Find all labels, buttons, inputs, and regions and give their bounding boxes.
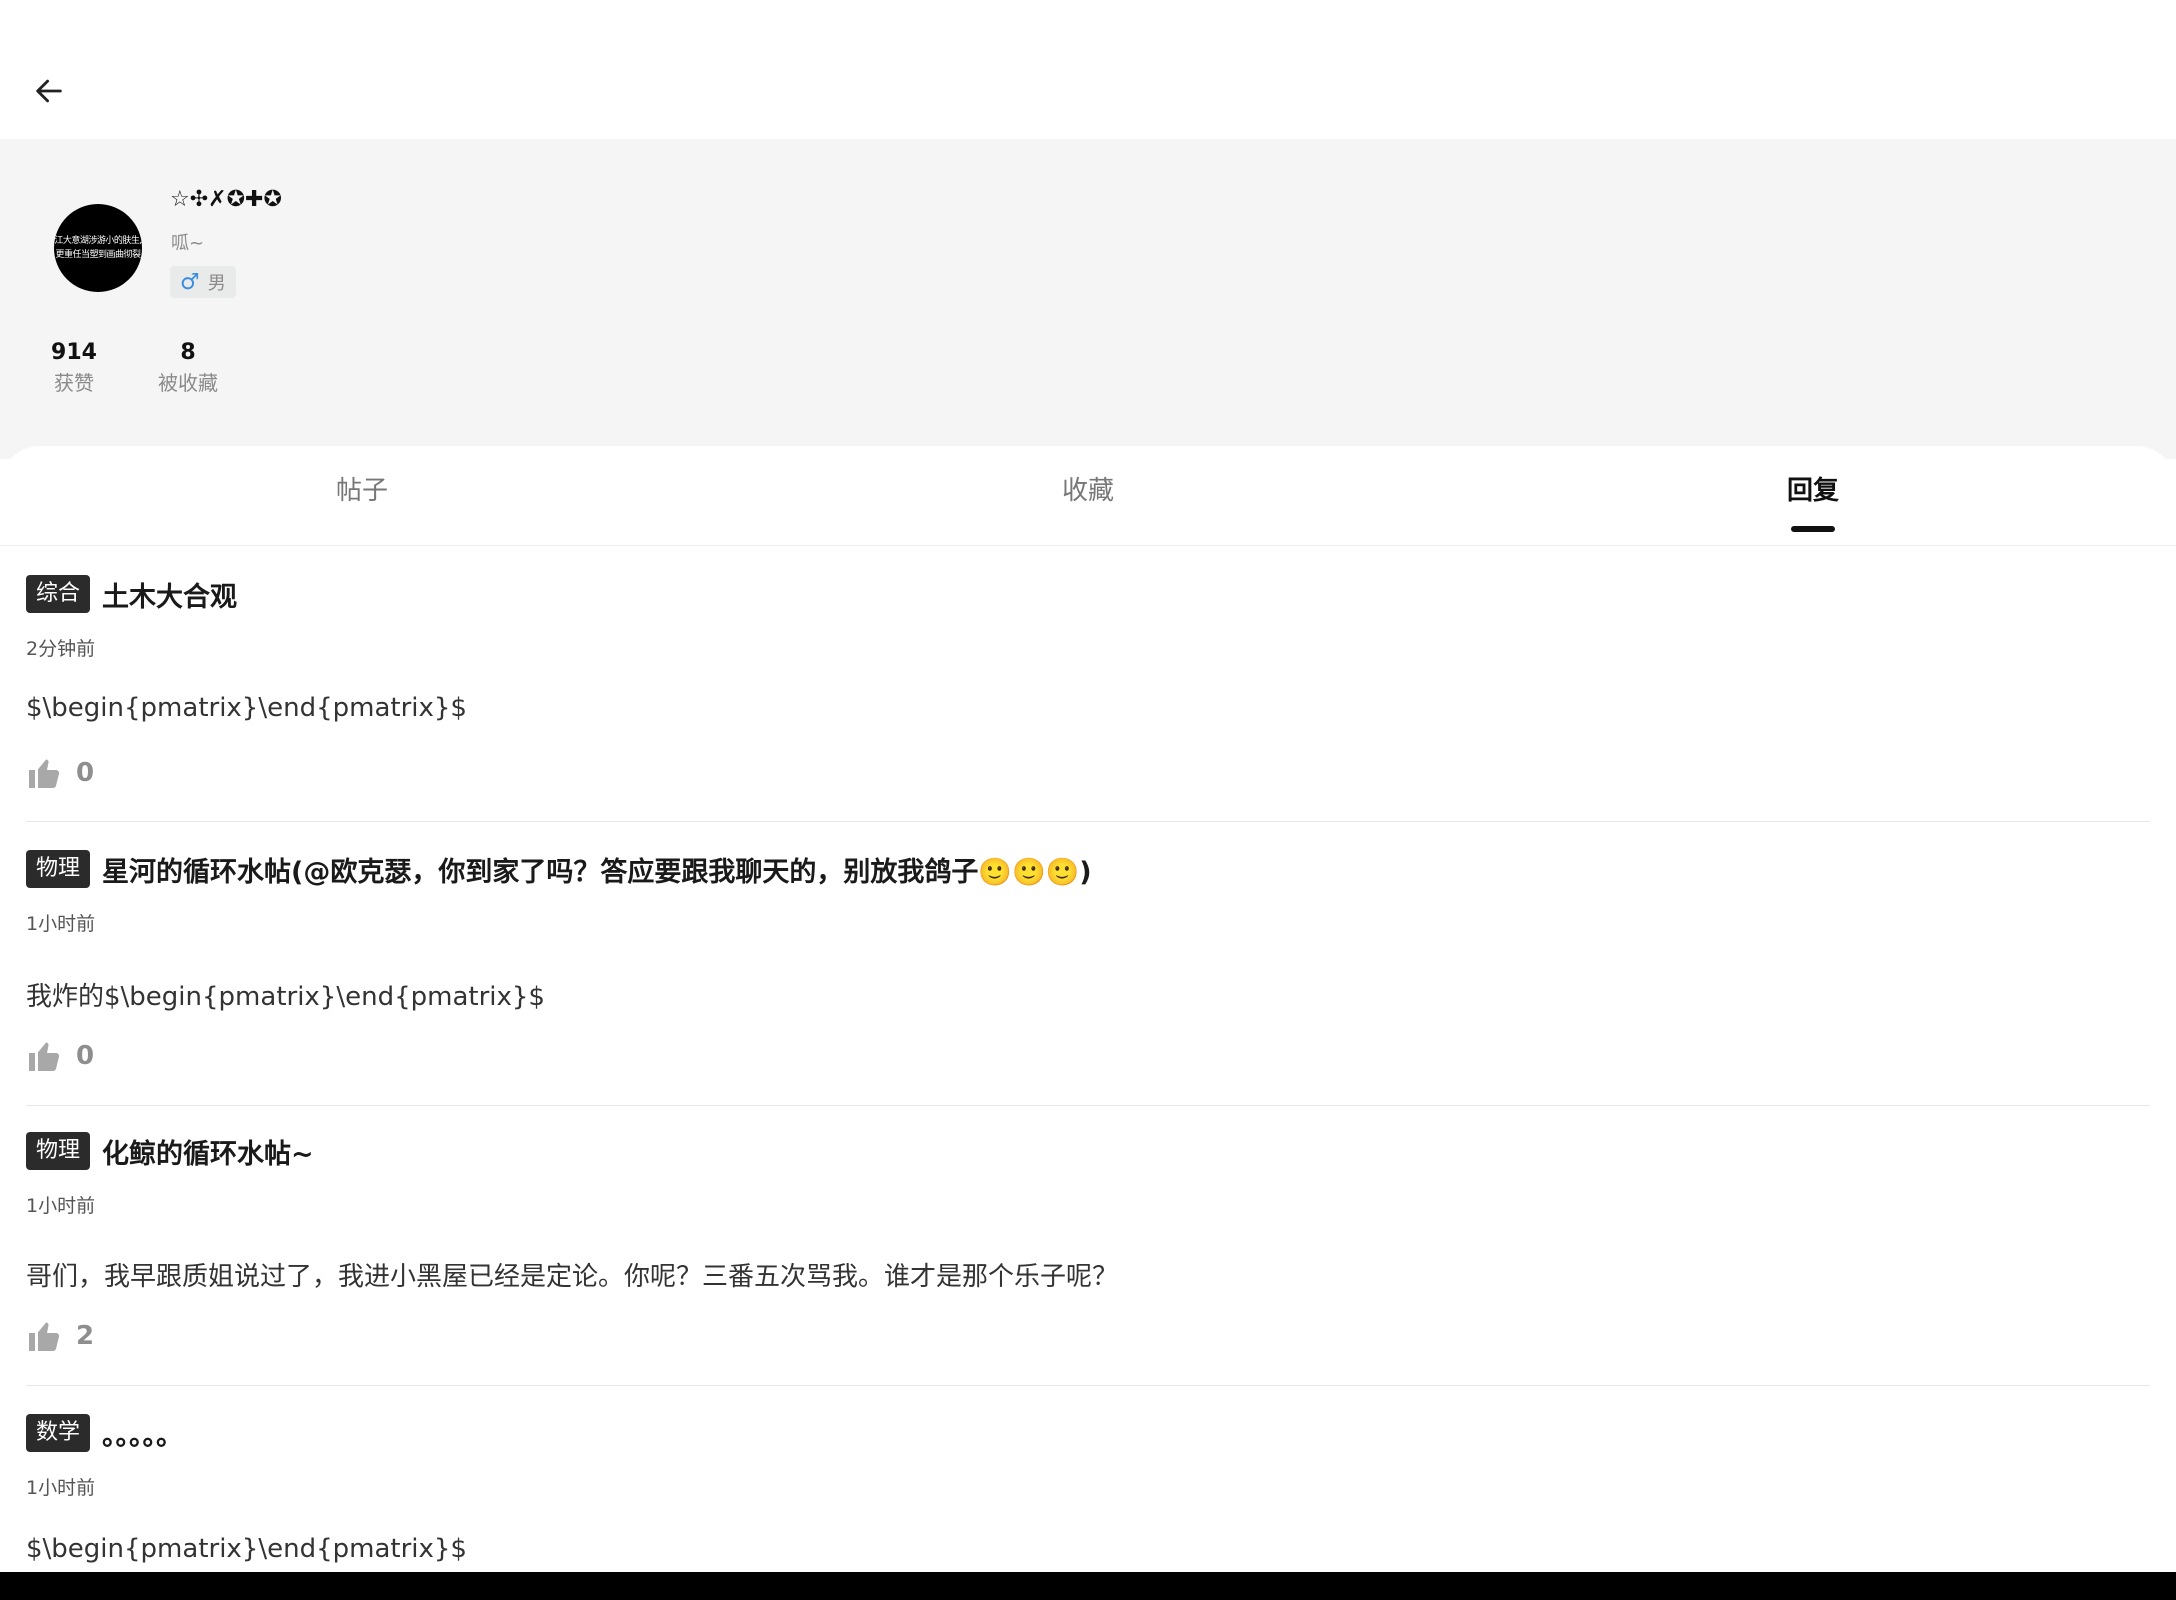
top-app-bar — [0, 0, 2176, 139]
reply-text: $\begin{pmatrix}\end{pmatrix}$ — [26, 1534, 467, 1564]
like-count: 2 — [76, 1321, 95, 1351]
username: ☆✣✗✪✚✪ — [170, 187, 282, 212]
category-badge: 综合 — [26, 575, 91, 613]
reply-item[interactable]: 物理 星河的循环水帖(@欧克瑟，你到家了吗？答应要跟我聊天的，别放我鸽子🙂🙂🙂)… — [26, 850, 2150, 1106]
reply-item[interactable]: 物理 化鲸的循环水帖~ 1小时前 哥们，我早跟质姐说过了，我进小黑屋已经是定论。… — [26, 1132, 2150, 1386]
tab-posts[interactable]: 帖子 — [336, 470, 388, 507]
category-badge: 物理 — [26, 850, 91, 888]
thumbs-up-icon — [29, 759, 60, 788]
user-bio: 呱~ — [171, 233, 205, 254]
thumbs-up-icon — [29, 1042, 60, 1071]
like-count: 0 — [76, 1041, 95, 1071]
back-button[interactable] — [26, 68, 72, 114]
post-title[interactable]: 星河的循环水帖(@欧克瑟，你到家了吗？答应要跟我聊天的，别放我鸽子🙂🙂🙂) — [102, 850, 1092, 889]
reply-header: 数学 。。。。。 — [26, 1414, 183, 1452]
gender-badge: ♂ 男 — [170, 266, 236, 298]
stat-likes: 914 获赞 — [48, 338, 100, 398]
category-badge: 数学 — [26, 1414, 91, 1452]
arrow-left-icon — [36, 79, 62, 103]
profile-header: 江大意湖涉游小的肤生, 更重任当塑到画曲彻裂 ☆✣✗✪✚✪ 呱~ ♂ 男 914… — [0, 139, 2176, 459]
reply-text: 哥们，我早跟质姐说过了，我进小黑屋已经是定论。你呢？三番五次骂我。谁才是那个乐子… — [26, 1262, 1119, 1292]
stat-likes-value: 914 — [51, 340, 97, 365]
avatar[interactable]: 江大意湖涉游小的肤生, 更重任当塑到画曲彻裂 — [54, 204, 142, 292]
reply-time: 1小时前 — [26, 913, 96, 935]
post-title[interactable]: 。。。。。 — [102, 1414, 183, 1453]
tab-favorites[interactable]: 收藏 — [1062, 470, 1114, 507]
reply-time: 1小时前 — [26, 1195, 96, 1217]
system-navigation-bar — [0, 1572, 2176, 1600]
avatar-text-line-1: 江大意湖涉游小的肤生, — [54, 236, 142, 246]
post-title[interactable]: 化鲸的循环水帖~ — [102, 1132, 314, 1171]
tab-indicator — [1791, 526, 1835, 532]
reply-time: 2分钟前 — [26, 638, 96, 660]
tab-bar: 帖子 收藏 回复 — [0, 446, 2176, 546]
stat-favorited: 8 被收藏 — [150, 338, 226, 398]
like-button[interactable]: 2 — [26, 1316, 94, 1356]
reply-time: 1小时前 — [26, 1477, 96, 1499]
male-icon: ♂ — [180, 269, 200, 295]
like-button[interactable]: 0 — [26, 753, 94, 793]
reply-header: 物理 星河的循环水帖(@欧克瑟，你到家了吗？答应要跟我聊天的，别放我鸽子🙂🙂🙂) — [26, 850, 1092, 888]
reply-item[interactable]: 综合 土木大合观 2分钟前 $\begin{pmatrix}\end{pmatr… — [26, 575, 2150, 822]
like-count: 0 — [76, 758, 95, 788]
avatar-text-line-2: 更重任当塑到画曲彻裂 — [55, 250, 141, 260]
post-title[interactable]: 土木大合观 — [102, 575, 237, 614]
thumbs-up-icon — [29, 1322, 60, 1351]
reply-header: 综合 土木大合观 — [26, 575, 237, 613]
reply-text: $\begin{pmatrix}\end{pmatrix}$ — [26, 693, 467, 723]
stat-favorited-value: 8 — [180, 340, 196, 365]
gender-label: 男 — [207, 273, 226, 294]
reply-text: 我炸的$\begin{pmatrix}\end{pmatrix}$ — [26, 982, 545, 1012]
stat-favorited-label: 被收藏 — [158, 371, 218, 395]
reply-header: 物理 化鲸的循环水帖~ — [26, 1132, 314, 1170]
stat-likes-label: 获赞 — [54, 371, 94, 395]
category-badge: 物理 — [26, 1132, 91, 1170]
content-sheet: 帖子 收藏 回复 综合 土木大合观 2分钟前 $\begin{pmatrix}\… — [0, 446, 2176, 1572]
tab-replies[interactable]: 回复 — [1787, 470, 1839, 507]
like-button[interactable]: 0 — [26, 1036, 94, 1076]
reply-item[interactable]: 数学 。。。。。 1小时前 $\begin{pmatrix}\end{pmatr… — [26, 1414, 2150, 1572]
